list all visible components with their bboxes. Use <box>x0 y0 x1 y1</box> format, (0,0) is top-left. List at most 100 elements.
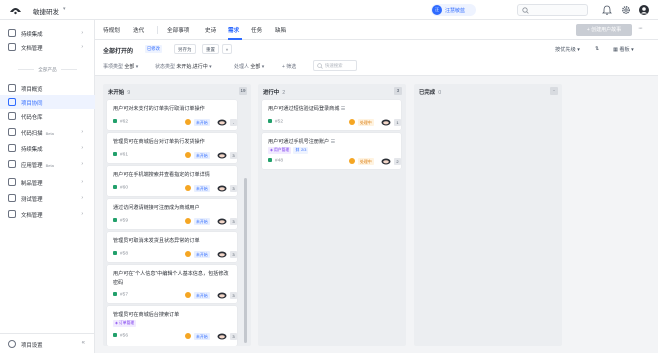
sidebar-item-artifacts[interactable]: 制品管理 › <box>0 175 95 189</box>
status-badge[interactable]: 未开始 <box>194 332 210 340</box>
quick-search-input[interactable]: 快速搜索 <box>313 60 357 71</box>
tag-label[interactable]: ◈ 订单管理 <box>113 320 137 327</box>
subtask-progress[interactable]: ⛓ 2/3 <box>293 147 309 154</box>
story-card[interactable]: 管理员可取消未发货且状态异常的订单 #58 未开始 3 <box>107 232 237 262</box>
assignee-avatar[interactable] <box>217 152 227 159</box>
assignee-avatar[interactable] <box>217 251 227 258</box>
sidebar-item-app-mgmt[interactable]: 应用管理 Beta › <box>0 157 95 171</box>
assignee-avatar[interactable] <box>217 218 227 225</box>
user-avatar-icon[interactable] <box>638 4 650 16</box>
priority-icon <box>185 333 191 339</box>
status-badge[interactable]: 处理中 <box>358 118 374 126</box>
story-card[interactable]: 用户可对未支付的订单执行取消订单操作 #62 未开始 - <box>107 100 237 130</box>
story-card[interactable]: 通过访问邀请链接可注册成为商城用户 #59 未开始 3 <box>107 199 237 229</box>
assignee-avatar[interactable] <box>217 333 227 340</box>
global-search-input[interactable] <box>517 4 588 16</box>
sidebar-item-docs-top[interactable]: 文档管理 › <box>0 40 95 54</box>
scrollbar-thumb[interactable] <box>244 178 247 343</box>
column-count: 2 <box>282 90 286 96</box>
view-title[interactable]: 全部打开的 <box>103 46 133 55</box>
tab-epic[interactable]: 史诗 <box>205 26 216 34</box>
status-filter[interactable]: 状态类型 未开始,进行中 ▾ <box>155 63 212 70</box>
column-count: 9 <box>127 90 131 96</box>
sort-select[interactable]: 按优先级 ▾ <box>555 46 580 53</box>
status-badge[interactable]: 未开始 <box>194 184 210 192</box>
story-card[interactable]: 用户可在手机端搜索并查看指定的订单详情 #60 未开始 3 <box>107 166 237 196</box>
user-name: 汪慧敏蓝 <box>445 8 466 14</box>
add-filter-button[interactable]: + 筛选 <box>282 63 296 70</box>
card-id: #60 <box>113 185 128 191</box>
user-pill[interactable]: 汪 汪慧敏蓝 <box>431 4 476 16</box>
status-badge[interactable]: 未开始 <box>194 151 210 159</box>
status-badge[interactable]: 处理中 <box>358 157 374 165</box>
tab-iteration[interactable]: 迭代 <box>133 26 144 34</box>
story-card[interactable]: 管理员可在商城后台对订单执行发货操作 #61 未开始 3 <box>107 133 237 163</box>
status-filter-value: 未开始,进行中 <box>176 64 208 70</box>
sidebar-item-testing[interactable]: 测试管理 › <box>0 191 95 205</box>
priority-icon <box>185 251 191 257</box>
create-story-button[interactable]: + 创建用户故事 <box>576 24 632 36</box>
sidebar-item-code-repo[interactable]: 代码仓库 <box>0 109 95 123</box>
story-card[interactable]: 用户可通过手机号注册账户 ☰ ◈ 用户管理 ⛓ 2/3 #48 处理中 2 <box>262 133 401 169</box>
sidebar-item-collaboration[interactable]: 项目协同 <box>0 95 95 109</box>
project-settings-link[interactable]: 项目设置 <box>21 341 43 349</box>
tab-tasks[interactable]: 任务 <box>251 26 262 34</box>
assignee-avatar[interactable] <box>217 119 227 126</box>
collapse-icon[interactable]: « <box>82 340 85 346</box>
column-scrollbar[interactable] <box>244 98 247 343</box>
status-badge[interactable]: 未开始 <box>194 217 210 225</box>
card-id: #59 <box>113 218 128 224</box>
sidebar-item-label: 代码扫描 Beta <box>21 131 54 137</box>
gear-icon[interactable] <box>620 4 632 16</box>
chevron-right-icon: › <box>81 30 83 36</box>
beta-badge: Beta <box>45 163 54 168</box>
assignee-avatar[interactable] <box>217 292 227 299</box>
view-mode-select[interactable]: ▦ 看板 ▾ <box>613 46 634 53</box>
bell-icon[interactable] <box>601 4 613 16</box>
chevron-down-icon[interactable]: ▾ <box>63 6 66 12</box>
column-action-button[interactable]: 3 <box>394 87 402 95</box>
sidebar-item-label: 制品管理 <box>21 181 43 187</box>
type-filter-value: 全部 <box>124 64 135 70</box>
priority-icon <box>185 185 191 191</box>
story-card[interactable]: 用户可在“个人信息”中编辑个人基本信息，包括修改密码 #57 未开始 3 <box>107 265 237 303</box>
tab-requirements[interactable]: 需求 <box>228 26 239 34</box>
column-action-button[interactable]: 19 <box>239 87 247 95</box>
card-title: 用户可在手机端搜索并查看指定的订单详情 <box>113 172 210 178</box>
chevron-right-icon: › <box>81 195 83 201</box>
status-badge[interactable]: 未开始 <box>194 250 210 258</box>
sidebar-item-ci-top[interactable]: 持续集成 › <box>0 26 95 40</box>
logo-icon[interactable] <box>9 5 22 15</box>
tab-bugs[interactable]: 缺陷 <box>275 26 286 34</box>
card-id: #58 <box>113 251 128 257</box>
sidebar-item-overview[interactable]: 项目概览 <box>0 81 95 95</box>
status-badge[interactable]: 未开始 <box>194 118 210 126</box>
tab-all-items[interactable]: 全部事项 <box>167 26 189 34</box>
save-as-button[interactable]: 另存为 <box>174 44 196 54</box>
assignee-avatar[interactable] <box>381 119 391 126</box>
more-icon[interactable]: ··· <box>638 25 643 32</box>
collapse-filter-icon[interactable]: » <box>222 44 232 54</box>
sidebar-item-docs[interactable]: 文档管理 › <box>0 207 95 221</box>
sort-order-icon[interactable]: ⇅ <box>595 46 599 52</box>
collaboration-icon <box>8 98 16 106</box>
tag-label[interactable]: ◈ 用户管理 <box>268 147 292 154</box>
assignee-filter[interactable]: 处理人 全部 ▾ <box>234 63 264 70</box>
chevron-right-icon: › <box>81 44 83 50</box>
assignee-avatar[interactable] <box>381 158 391 165</box>
tag-row: ◈ 订单管理 <box>113 320 138 327</box>
story-card[interactable]: 管理员可在商城后台搜索订单 ◈ 订单管理 #56 未开始 3 <box>107 306 237 346</box>
sidebar-item-ci[interactable]: 持续集成 › <box>0 141 95 155</box>
reset-button[interactable]: 重置 <box>202 44 219 54</box>
project-name[interactable]: 敏捷研发 <box>33 6 59 16</box>
status-badge[interactable]: 未开始 <box>194 291 210 299</box>
story-card[interactable]: 用户可通过短信验证码登录商城 ☰ #52 处理中 1 <box>262 100 401 130</box>
tab-bar: 待规划 迭代 全部事项 史诗 需求 任务 缺陷 + 创建用户故事 ··· <box>95 20 658 40</box>
column-action-button[interactable]: - <box>550 87 558 95</box>
tab-backlog[interactable]: 待规划 <box>103 26 120 34</box>
assignee-avatar[interactable] <box>217 185 227 192</box>
type-filter[interactable]: 事项类型 全部 ▾ <box>103 63 138 70</box>
sidebar-item-label: 代码仓库 <box>21 115 43 121</box>
sidebar-item-label: 文档管理 <box>21 46 43 52</box>
sidebar-item-code-scan[interactable]: 代码扫描 Beta › <box>0 125 95 139</box>
